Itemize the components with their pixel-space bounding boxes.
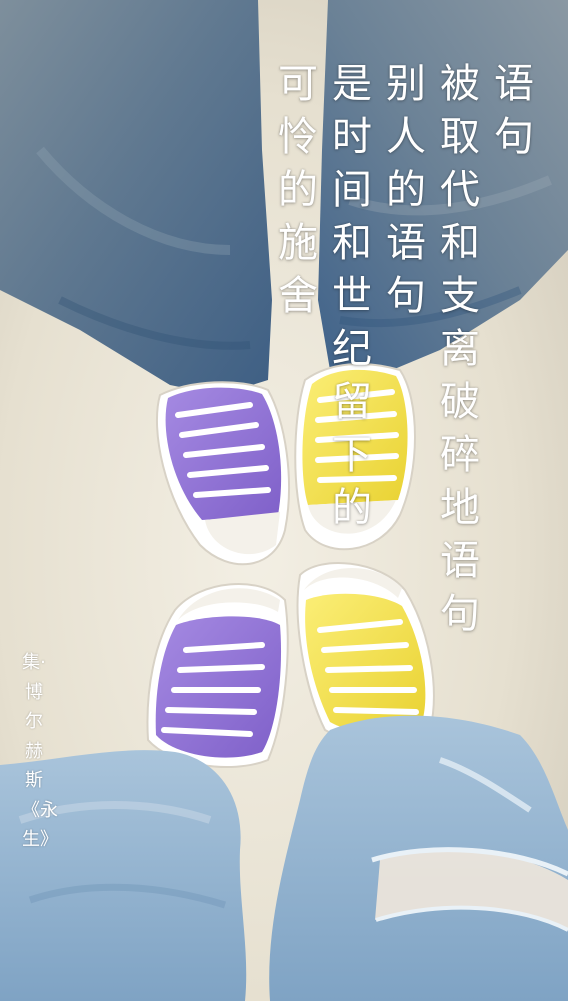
sneakers-photo — [0, 0, 568, 1001]
attribution-text: 集·博尔赫斯《永生》 — [22, 652, 58, 850]
photo-scene: 语句 被取代和支离破碎地语句 别人的语句 是时间和世纪留下的 可怜的施舍 集·博… — [0, 0, 568, 1001]
